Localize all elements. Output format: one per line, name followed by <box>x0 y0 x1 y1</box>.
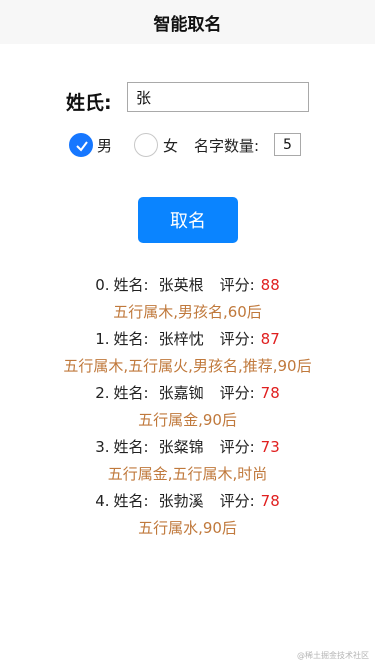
result-index: 1. <box>95 329 110 348</box>
result-score-label: 评分: <box>219 330 255 348</box>
result-index: 3. <box>95 437 110 456</box>
result-name: 张勃溪 <box>158 492 204 510</box>
result-tags: 五行属金,90后 <box>138 411 237 429</box>
result-item: 3. 姓名: 张粲锦 评分: 73 五行属金,五行属木,时尚 <box>0 434 375 488</box>
result-name-line: 3. 姓名: 张粲锦 评分: 73 <box>0 434 375 459</box>
result-name: 张粲锦 <box>158 438 204 456</box>
result-index: 0. <box>95 275 110 294</box>
result-name-label: 姓名: <box>113 330 149 348</box>
gender-female-radio[interactable] <box>134 133 158 157</box>
gender-female-label[interactable]: 女 <box>163 135 178 156</box>
result-name-label: 姓名: <box>113 492 149 510</box>
result-name: 张英根 <box>158 276 204 294</box>
result-name: 张嘉铷 <box>158 384 204 402</box>
result-score: 87 <box>260 329 280 348</box>
result-item: 0. 姓名: 张英根 评分: 88 五行属木,男孩名,60后 <box>0 272 375 326</box>
result-tags: 五行属水,90后 <box>138 519 237 537</box>
result-score-label: 评分: <box>219 384 255 402</box>
name-count-label: 名字数量: <box>194 137 260 155</box>
name-count-input[interactable] <box>274 133 301 156</box>
result-item: 2. 姓名: 张嘉铷 评分: 78 五行属金,90后 <box>0 380 375 434</box>
result-index: 4. <box>95 491 110 510</box>
result-name-line: 4. 姓名: 张勃溪 评分: 78 <box>0 488 375 513</box>
result-score: 88 <box>260 275 280 294</box>
result-item: 1. 姓名: 张梓忱 评分: 87 五行属木,五行属火,男孩名,推荐,90后 <box>0 326 375 380</box>
result-tags: 五行属木,五行属火,男孩名,推荐,90后 <box>63 357 312 375</box>
result-name-label: 姓名: <box>113 276 149 294</box>
result-tags: 五行属金,五行属木,时尚 <box>107 465 268 483</box>
result-tags: 五行属木,男孩名,60后 <box>113 303 262 321</box>
gender-male-label[interactable]: 男 <box>97 135 112 156</box>
result-score: 78 <box>260 383 280 402</box>
result-name-label: 姓名: <box>113 438 149 456</box>
check-icon <box>76 141 88 152</box>
result-score: 78 <box>260 491 280 510</box>
generate-name-button[interactable]: 取名 <box>138 197 238 243</box>
result-name-line: 2. 姓名: 张嘉铷 评分: 78 <box>0 380 375 405</box>
page-title: 智能取名 <box>153 14 222 35</box>
options-row: 男 女 名字数量: <box>0 132 375 158</box>
nav-bar: 智能取名 <box>0 0 375 44</box>
result-name-line: 0. 姓名: 张英根 评分: 88 <box>0 272 375 297</box>
surname-input[interactable] <box>127 82 309 112</box>
surname-label: 姓氏: <box>66 92 112 114</box>
result-score-label: 评分: <box>219 276 255 294</box>
result-name-line: 1. 姓名: 张梓忱 评分: 87 <box>0 326 375 351</box>
result-score-label: 评分: <box>219 492 255 510</box>
watermark: @稀土掘金技术社区 <box>297 651 369 660</box>
result-score: 73 <box>260 437 280 456</box>
result-name: 张梓忱 <box>158 330 204 348</box>
result-name-label: 姓名: <box>113 384 149 402</box>
gender-male-radio[interactable] <box>69 133 93 157</box>
result-index: 2. <box>95 383 110 402</box>
result-item: 4. 姓名: 张勃溪 评分: 78 五行属水,90后 <box>0 488 375 542</box>
result-score-label: 评分: <box>219 438 255 456</box>
results-list: 0. 姓名: 张英根 评分: 88 五行属木,男孩名,60后 1. 姓名: 张梓… <box>0 272 375 542</box>
